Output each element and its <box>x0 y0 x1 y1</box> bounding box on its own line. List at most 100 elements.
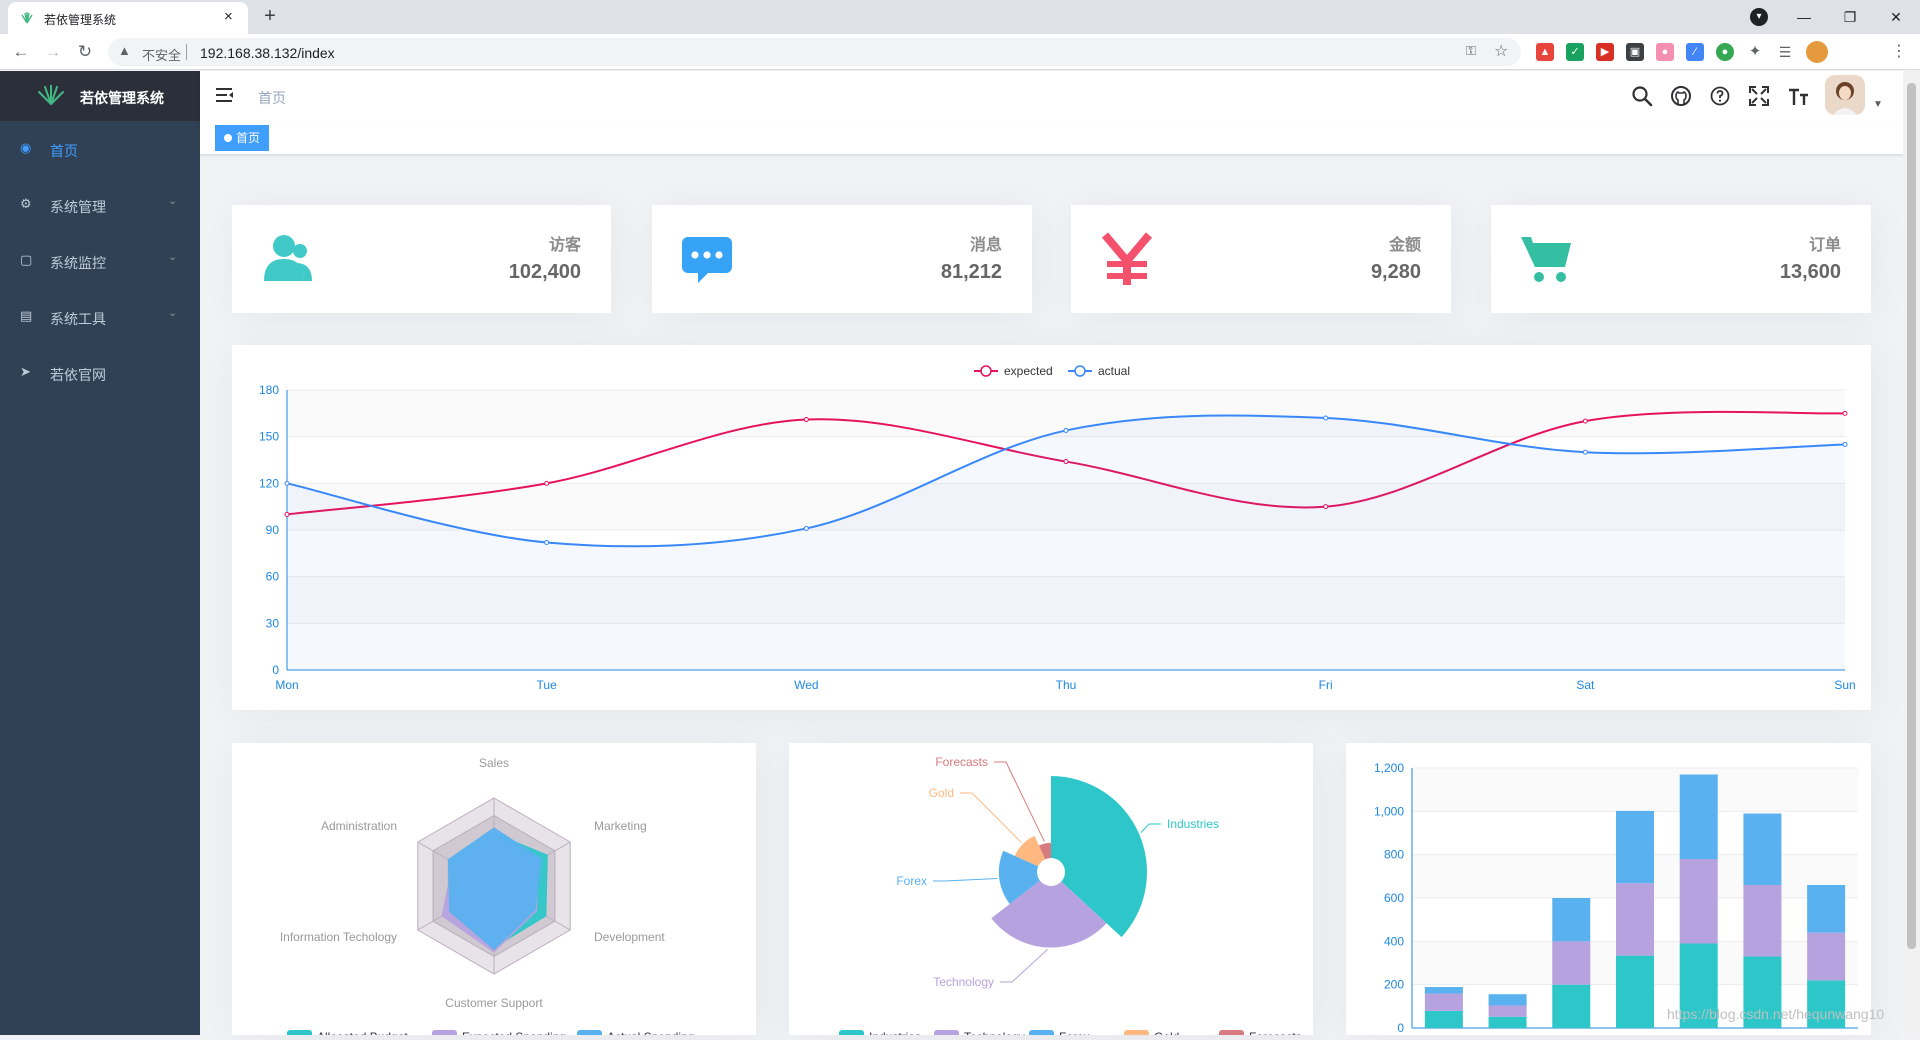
radar-indicator-label: Marketing <box>594 819 647 833</box>
bar-segment <box>1616 810 1654 884</box>
line-chart: 0 30 60 90 120 150 180 Mon Tue Wed Thu Fri Sat Sun exp… <box>259 364 1856 692</box>
font-size-icon[interactable] <box>1787 85 1809 107</box>
sidebar-logo[interactable]: 若依管理系统 <box>0 71 200 121</box>
pie-label-line <box>1140 823 1161 834</box>
insecure-label[interactable]: 不安全 <box>142 45 181 64</box>
y-tick-label: 600 <box>1384 891 1404 905</box>
sidebar-item-system-management[interactable]: ⚙ 系统管理 ⌄ <box>0 177 200 233</box>
browser-tab[interactable]: 若依管理系统 × <box>8 2 248 34</box>
dashboard-icon: ◉ <box>20 140 32 155</box>
series-point-actual <box>1582 449 1588 455</box>
bar-segment <box>1616 883 1654 956</box>
new-tab-button[interactable]: + <box>258 5 282 29</box>
url-text[interactable]: 192.168.38.132/index <box>200 45 335 61</box>
warning-icon[interactable]: ▲ <box>118 43 131 58</box>
restore-icon[interactable]: ❐ <box>1830 4 1870 30</box>
address-bar[interactable]: ▲ 不安全 192.168.38.132/index ⚿ ☆ <box>108 38 1521 66</box>
radar-chart: Sales Marketing Development Customer Suppor… <box>280 756 694 1040</box>
adblock-icon[interactable]: ✓ <box>1566 43 1584 61</box>
back-icon[interactable]: ← <box>10 41 32 63</box>
search-icon[interactable] <box>1631 85 1653 107</box>
page-scrollbar[interactable] <box>1903 71 1920 1035</box>
minimize-icon[interactable]: — <box>1784 4 1824 30</box>
avatar[interactable] <box>1825 75 1865 115</box>
profile-avatar-icon[interactable] <box>1806 41 1828 63</box>
forward-icon[interactable]: → <box>42 41 64 63</box>
help-icon[interactable] <box>1709 85 1731 107</box>
stat-card-amount[interactable]: 金额 9,280 <box>1071 205 1451 313</box>
series-point-actual <box>544 539 550 545</box>
browser-tab-strip: 若依管理系统 × + ▾ — ❐ ✕ <box>0 0 1920 34</box>
sidebar-item-system-monitor[interactable]: ▢ 系统监控 ⌄ <box>0 233 200 289</box>
github-icon[interactable] <box>1670 85 1692 107</box>
window-close-icon[interactable]: ✕ <box>1876 4 1916 30</box>
toolbox-icon: ▤ <box>20 308 33 323</box>
globe-extension-icon[interactable]: ● <box>1716 43 1734 61</box>
legend-label: Gold <box>1154 1030 1179 1035</box>
x-tick-label: Tue <box>537 678 558 692</box>
tab-title: 若依管理系统 <box>44 13 117 27</box>
line-chart-card: 0 30 60 90 120 150 180 Mon Tue Wed Thu Fri Sat Sun exp… <box>232 345 1871 710</box>
x-tick-label: Mon <box>275 678 298 692</box>
scrollbar-thumb[interactable] <box>1907 83 1916 949</box>
sidebar-item-system-tools[interactable]: ▤ 系统工具 ⌄ <box>0 289 200 345</box>
x-tick-label: Thu <box>1056 678 1077 692</box>
tag-home[interactable]: 首页 <box>215 125 270 151</box>
series-point-actual <box>1842 441 1848 447</box>
sidebar-item-home[interactable]: ◉ 首页 <box>0 121 200 177</box>
tab-close-icon[interactable]: × <box>224 8 233 25</box>
y-tick-label: 800 <box>1384 848 1404 862</box>
bar-segment <box>1807 885 1846 933</box>
pie-label-line <box>960 792 1022 844</box>
stat-value: 102,400 <box>508 261 581 283</box>
stat-card-messages[interactable]: 消息 81,212 <box>652 205 1032 313</box>
stat-label: 金额 <box>1388 237 1421 254</box>
tags-view: 首页 <box>200 121 1903 155</box>
y-tick-label: 0 <box>1397 1021 1404 1035</box>
series-point-expected <box>1582 418 1588 424</box>
video-extension-icon[interactable]: ▶ <box>1596 43 1614 61</box>
extension-icon[interactable]: ▲ <box>1536 43 1554 61</box>
legend-label: Forecasts <box>1249 1030 1302 1035</box>
stat-label: 消息 <box>969 237 1002 254</box>
pink-extension-icon[interactable]: ● <box>1656 43 1674 61</box>
bar-segment <box>1488 994 1527 1006</box>
y-tick-label: 30 <box>266 616 280 630</box>
bookmark-star-icon[interactable]: ☆ <box>1494 41 1508 61</box>
series-point-actual <box>803 525 809 531</box>
reading-list-icon[interactable]: ☰ <box>1776 43 1794 61</box>
screenshot-extension-icon[interactable]: ▣ <box>1626 43 1644 61</box>
legend-label: Expected Spending <box>462 1030 566 1035</box>
browser-menu-icon[interactable]: ⋮ <box>1890 43 1908 61</box>
avatar-image <box>1825 75 1865 115</box>
y-tick-label: 400 <box>1384 934 1404 948</box>
bar-segment <box>1679 859 1718 944</box>
app-name: 若依管理系统 <box>80 90 164 106</box>
stat-card-orders[interactable]: 订单 13,600 <box>1491 205 1871 313</box>
caret-down-icon[interactable]: ▼ <box>1873 99 1883 110</box>
legend-swatch <box>1124 1030 1149 1040</box>
y-tick-label: 150 <box>259 430 279 444</box>
stat-card-visitors[interactable]: 访客 102,400 <box>232 205 611 313</box>
key-icon[interactable]: ⚿ <box>1466 43 1476 59</box>
legend-swatch <box>1219 1030 1244 1040</box>
hamburger-icon[interactable] <box>216 87 234 103</box>
sidebar-item-official-site[interactable]: ➤ 若依官网 <box>0 345 200 401</box>
chevron-down-icon: ⌄ <box>168 307 178 319</box>
bar-segment <box>1743 813 1782 885</box>
feather-extension-icon[interactable]: ∕ <box>1686 43 1704 61</box>
bar-chart: 0 200 400 600 800 1,000 1,200 <box>1374 761 1858 1035</box>
x-tick-label: Fri <box>1319 678 1333 692</box>
tab-search-icon[interactable]: ▾ <box>1750 8 1768 26</box>
bar-segment <box>1424 1010 1463 1028</box>
bar-segment <box>1552 941 1591 985</box>
grid-band <box>1412 768 1858 812</box>
radar-indicator-label: Customer Support <box>445 996 543 1010</box>
reload-icon[interactable]: ↻ <box>74 41 96 63</box>
bar-segment <box>1488 1005 1527 1017</box>
fullscreen-icon[interactable] <box>1748 85 1770 107</box>
legend-label: Forex <box>1059 1030 1090 1035</box>
radar-indicator-label: Administration <box>321 819 397 833</box>
legend-label: Allocated Budget <box>317 1030 408 1035</box>
puzzle-icon[interactable]: ✦ <box>1746 43 1764 61</box>
